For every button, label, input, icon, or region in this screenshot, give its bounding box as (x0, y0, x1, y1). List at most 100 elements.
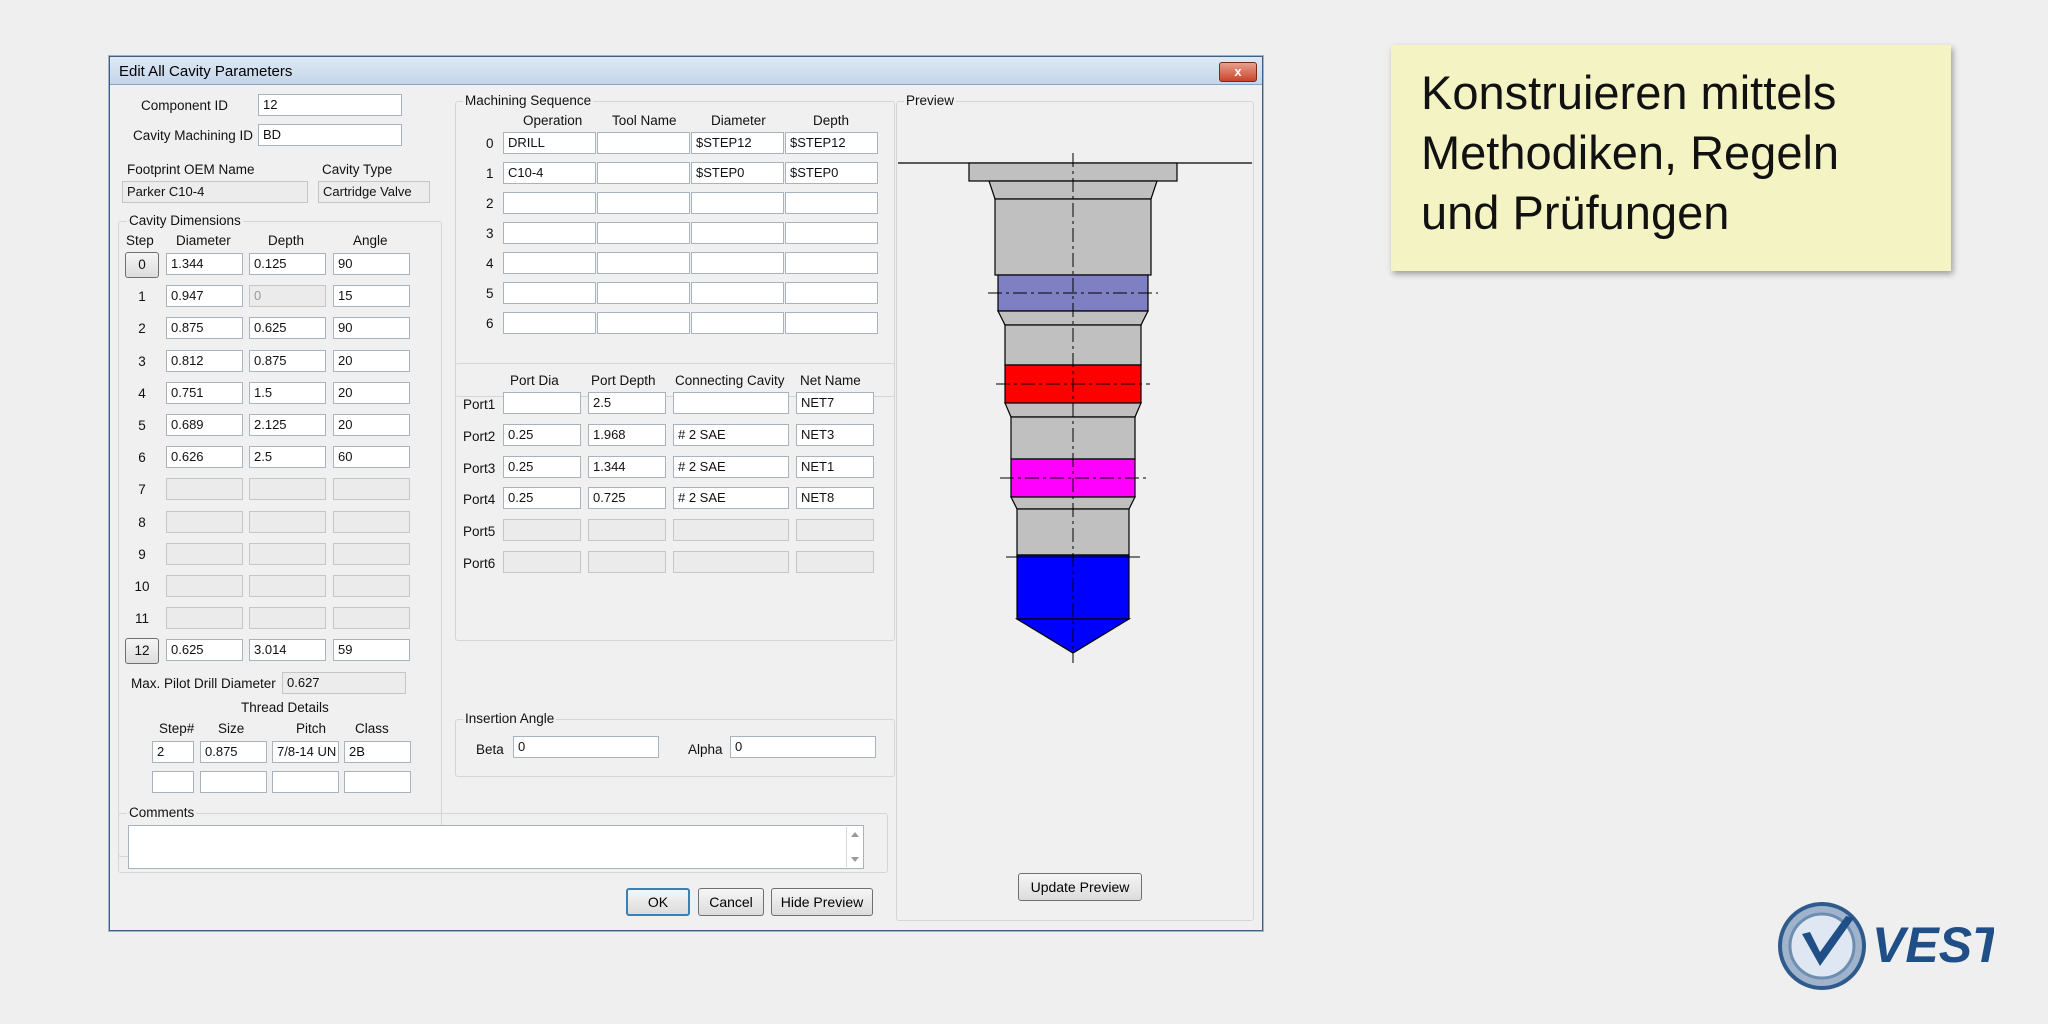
port-depth-field[interactable]: 0.725 (588, 487, 666, 510)
diameter-field[interactable]: 0.947 (166, 285, 243, 308)
port-depth-field[interactable]: 1.344 (588, 455, 666, 478)
depth-field[interactable]: 0.125 (249, 253, 326, 275)
comments-scrollbar[interactable] (846, 827, 863, 867)
net-name-field[interactable]: NET1 (796, 455, 874, 478)
depth-field[interactable] (249, 575, 326, 597)
net-name-field[interactable]: NET7 (796, 392, 874, 414)
machining-id-field[interactable]: BD (258, 124, 402, 146)
connecting-cavity-field[interactable]: # 2 SAE (673, 423, 789, 446)
depth-field[interactable]: 2.125 (249, 414, 326, 436)
port-dia-field[interactable] (503, 392, 581, 414)
net-name-field[interactable]: NET3 (796, 423, 874, 446)
tool-name-field[interactable] (597, 252, 690, 274)
hide-preview-button[interactable]: Hide Preview (771, 888, 873, 916)
angle-field[interactable]: 20 (333, 381, 410, 404)
thread-pitch-field[interactable] (272, 771, 339, 793)
port-dia-field[interactable]: 0.25 (503, 423, 581, 446)
step-button[interactable]: 12 (125, 638, 159, 665)
angle-field[interactable]: 60 (333, 446, 410, 469)
footprint-field[interactable]: Parker C10-4 (122, 181, 308, 203)
depth-field[interactable] (249, 478, 326, 501)
mach-depth-field[interactable] (785, 222, 878, 244)
diameter-field[interactable] (166, 542, 243, 565)
mach-diameter-field[interactable] (691, 252, 784, 274)
close-button[interactable]: x (1219, 62, 1257, 82)
tool-name-field[interactable] (597, 132, 690, 154)
operation-field[interactable]: C10-4 (503, 162, 596, 184)
angle-field[interactable]: 20 (333, 349, 410, 372)
depth-field[interactable] (249, 510, 326, 533)
mach-diameter-field[interactable] (691, 192, 784, 214)
angle-field[interactable]: 15 (333, 285, 410, 308)
diameter-field[interactable] (166, 478, 243, 501)
thread-class-field[interactable]: 2B (344, 741, 411, 763)
thread-size-field[interactable]: 0.875 (200, 741, 267, 763)
thread-pitch-field[interactable]: 7/8-14 UN (272, 741, 339, 763)
connecting-cavity-field[interactable]: # 2 SAE (673, 487, 789, 510)
step-button[interactable]: 0 (125, 252, 159, 278)
tool-name-field[interactable] (597, 192, 690, 214)
tool-name-field[interactable] (597, 162, 690, 184)
diameter-field[interactable]: 0.689 (166, 414, 243, 436)
port-depth-field[interactable]: 1.968 (588, 423, 666, 446)
mach-depth-field[interactable]: $STEP0 (785, 162, 878, 184)
cavity-type-field[interactable]: Cartridge Valve (318, 181, 430, 203)
update-preview-button[interactable]: Update Preview (1018, 873, 1142, 901)
thread-size-field[interactable] (200, 771, 267, 793)
diameter-field[interactable]: 1.344 (166, 253, 243, 275)
pilot-drill-field[interactable]: 0.627 (282, 672, 406, 694)
mach-depth-field[interactable] (785, 282, 878, 304)
depth-field[interactable]: 0 (249, 285, 326, 308)
diameter-field[interactable] (166, 510, 243, 533)
connecting-cavity-field[interactable]: # 2 SAE (673, 455, 789, 478)
operation-field[interactable] (503, 222, 596, 244)
port-dia-field[interactable] (503, 551, 581, 573)
angle-field[interactable]: 90 (333, 317, 410, 340)
tool-name-field[interactable] (597, 312, 690, 334)
operation-field[interactable]: DRILL (503, 132, 596, 154)
thread-step-field[interactable]: 2 (152, 741, 194, 763)
operation-field[interactable] (503, 312, 596, 334)
diameter-field[interactable]: 0.875 (166, 317, 243, 340)
angle-field[interactable] (333, 510, 410, 533)
mach-diameter-field[interactable]: $STEP0 (691, 162, 784, 184)
thread-step-field[interactable] (152, 771, 194, 793)
port-dia-field[interactable]: 0.25 (503, 455, 581, 478)
connecting-cavity-field[interactable] (673, 519, 789, 542)
angle-field[interactable]: 20 (333, 414, 410, 436)
mach-depth-field[interactable] (785, 312, 878, 334)
mach-diameter-field[interactable] (691, 282, 784, 304)
diameter-field[interactable]: 0.751 (166, 381, 243, 404)
diameter-field[interactable]: 0.626 (166, 446, 243, 469)
component-id-field[interactable]: 12 (258, 94, 402, 116)
net-name-field[interactable] (796, 519, 874, 542)
diameter-field[interactable] (166, 575, 243, 597)
cancel-button[interactable]: Cancel (698, 888, 764, 916)
port-dia-field[interactable] (503, 519, 581, 542)
mach-depth-field[interactable] (785, 252, 878, 274)
depth-field[interactable] (249, 542, 326, 565)
tool-name-field[interactable] (597, 282, 690, 304)
mach-depth-field[interactable]: $STEP12 (785, 132, 878, 154)
mach-diameter-field[interactable]: $STEP12 (691, 132, 784, 154)
depth-field[interactable] (249, 607, 326, 630)
depth-field[interactable]: 0.875 (249, 349, 326, 372)
mach-diameter-field[interactable] (691, 222, 784, 244)
beta-field[interactable]: 0 (513, 736, 659, 758)
depth-field[interactable]: 2.5 (249, 446, 326, 469)
port-dia-field[interactable]: 0.25 (503, 487, 581, 510)
mach-diameter-field[interactable] (691, 312, 784, 334)
angle-field[interactable] (333, 575, 410, 597)
operation-field[interactable] (503, 252, 596, 274)
port-depth-field[interactable] (588, 519, 666, 542)
net-name-field[interactable] (796, 551, 874, 573)
angle-field[interactable]: 59 (333, 639, 410, 662)
angle-field[interactable] (333, 607, 410, 630)
ok-button[interactable]: OK (626, 888, 690, 916)
diameter-field[interactable] (166, 607, 243, 630)
angle-field[interactable] (333, 542, 410, 565)
mach-depth-field[interactable] (785, 192, 878, 214)
port-depth-field[interactable]: 2.5 (588, 392, 666, 414)
net-name-field[interactable]: NET8 (796, 487, 874, 510)
depth-field[interactable]: 0.625 (249, 317, 326, 340)
